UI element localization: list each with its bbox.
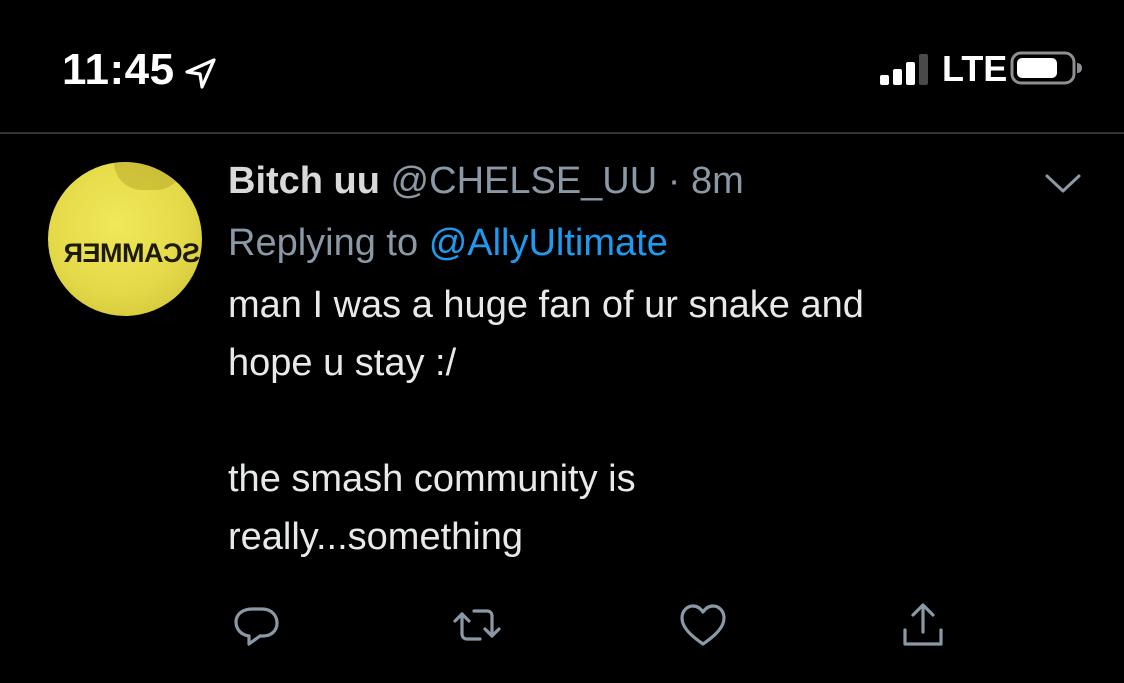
retweet-button[interactable] xyxy=(452,600,502,650)
tweet[interactable]: SCAMMER Bitch uu @CHELSE_UU · 8m Replyin… xyxy=(0,134,1124,683)
reply-icon xyxy=(234,607,279,646)
user-avatar[interactable]: SCAMMER xyxy=(48,162,202,316)
like-button[interactable] xyxy=(678,600,728,650)
location-arrow-icon xyxy=(185,58,216,89)
tweet-body: Bitch uu @CHELSE_UU · 8m Replying to @Al… xyxy=(228,156,1048,566)
replying-to: Replying to @AllyUltimate xyxy=(228,218,1048,268)
tweet-header: Bitch uu @CHELSE_UU · 8m xyxy=(228,156,1048,206)
reply-mention-link[interactable]: @AllyUltimate xyxy=(429,222,668,264)
share-button[interactable] xyxy=(898,600,948,650)
status-bar: 11:45 LTE xyxy=(0,0,1124,132)
avatar-shirt-text: SCAMMER xyxy=(64,238,200,268)
tweet-text: man I was a huge fan of ur snake and hop… xyxy=(228,284,864,558)
status-time: 11:45 xyxy=(62,45,175,94)
separator: · xyxy=(667,160,681,202)
retweet-icon xyxy=(453,609,501,641)
user-handle[interactable]: @CHELSE_UU xyxy=(391,160,658,202)
battery-icon xyxy=(1010,51,1082,85)
heart-icon xyxy=(680,604,726,646)
display-name[interactable]: Bitch uu xyxy=(228,160,380,202)
share-icon xyxy=(903,603,943,646)
avatar-shadow xyxy=(114,162,184,190)
reply-prefix: Replying to xyxy=(228,222,419,264)
tweet-time: 8m xyxy=(690,160,744,202)
reply-button[interactable] xyxy=(232,600,282,650)
tweet-actions xyxy=(0,600,1124,650)
network-type: LTE xyxy=(942,48,1008,89)
cellular-signal-icon xyxy=(880,54,928,85)
chevron-down-icon[interactable] xyxy=(1044,172,1082,196)
